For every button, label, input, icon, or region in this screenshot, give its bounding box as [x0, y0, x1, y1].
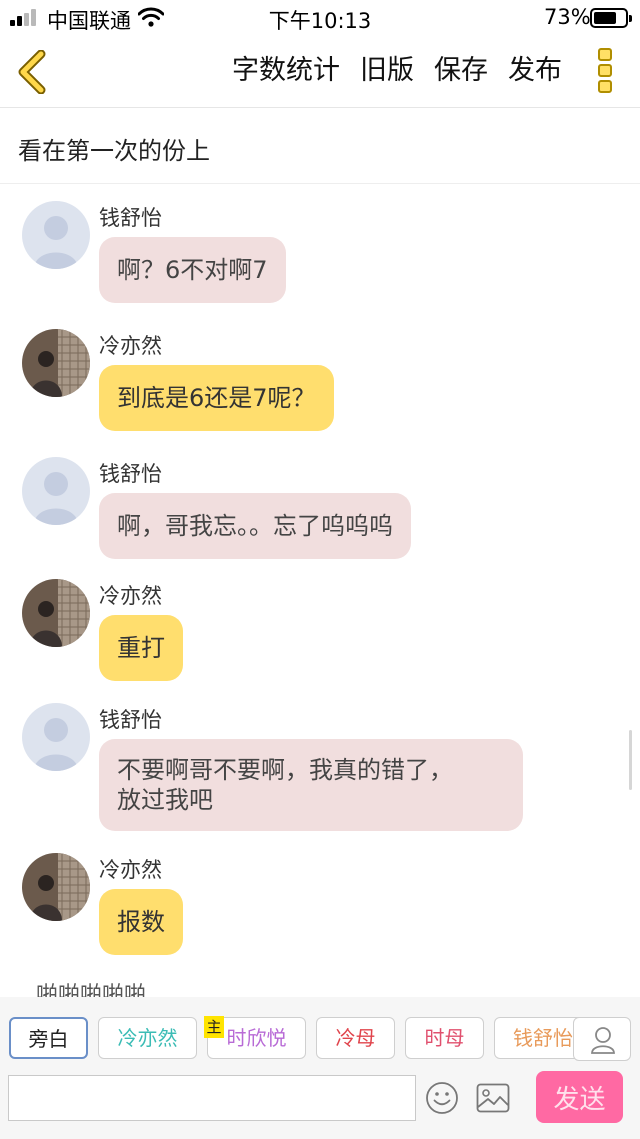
- battery-icon: [590, 8, 632, 28]
- character-selector: 旁白 冷亦然 时欣悦 冷母 时母 钱舒怡: [0, 1017, 640, 1061]
- word-count-button[interactable]: 字数统计: [232, 54, 340, 88]
- character-chip-label: 冷母: [335, 1026, 376, 1050]
- top-toolbar: 字数统计 旧版 保存 发布: [0, 36, 640, 108]
- story-title-row[interactable]: 看在第一次的份上: [0, 108, 640, 184]
- photo-avatar[interactable]: [22, 329, 90, 397]
- message-text: 啊？6不对啊7: [117, 256, 268, 284]
- message-bubble[interactable]: 啊？6不对啊7: [99, 237, 286, 303]
- message-text: 重打: [117, 634, 165, 662]
- old-version-button[interactable]: 旧版: [360, 54, 414, 88]
- sender-name: 冷亦然: [99, 584, 162, 608]
- message-bubble[interactable]: 重打: [99, 615, 183, 681]
- character-chip[interactable]: 时母: [405, 1017, 484, 1059]
- status-bar: 中国联通 下午10:13 73%: [0, 0, 640, 36]
- narration-text[interactable]: 啪啪啪啪啪: [36, 977, 146, 997]
- message-text: 到底是6还是7呢？: [117, 384, 316, 412]
- message-bubble[interactable]: 到底是6还是7呢？: [99, 365, 334, 431]
- sender-name: 钱舒怡: [99, 462, 162, 486]
- message-input[interactable]: [8, 1075, 416, 1121]
- sender-name: 钱舒怡: [99, 206, 162, 230]
- composer-panel: 旁白 冷亦然 时欣悦 冷母 时母 钱舒怡 主 发送: [0, 997, 640, 1139]
- save-button[interactable]: 保存: [434, 54, 488, 88]
- message-bubble[interactable]: 报数: [99, 889, 183, 955]
- emoji-icon[interactable]: [425, 1081, 459, 1115]
- default-avatar[interactable]: [22, 201, 90, 269]
- character-chip-label: 时欣悦: [226, 1026, 287, 1050]
- message-bubble[interactable]: 啊，哥我忘。。忘了呜呜呜: [99, 493, 411, 559]
- default-avatar[interactable]: [22, 457, 90, 525]
- photo-avatar[interactable]: [22, 579, 90, 647]
- message-bubble[interactable]: 不要啊哥不要啊，我真的错了， 放过我吧: [99, 739, 523, 831]
- message-text-line2: 放过我吧: [117, 786, 213, 814]
- more-vertical-icon[interactable]: [595, 48, 615, 98]
- person-icon[interactable]: [573, 1017, 631, 1061]
- sender-name: 冷亦然: [99, 334, 162, 358]
- character-chip[interactable]: 冷亦然: [98, 1017, 197, 1059]
- sender-name: 冷亦然: [99, 858, 162, 882]
- image-icon[interactable]: [476, 1083, 510, 1113]
- message-text: 不要啊哥不要啊，我真的错了，: [117, 756, 453, 784]
- message-text: 报数: [117, 908, 165, 936]
- chevron-left-icon[interactable]: [14, 50, 50, 94]
- publish-button[interactable]: 发布: [508, 54, 562, 88]
- character-chip-label: 旁白: [28, 1027, 69, 1051]
- default-avatar[interactable]: [22, 703, 90, 771]
- send-button[interactable]: 发送: [536, 1071, 623, 1123]
- character-chip-label: 时母: [424, 1026, 465, 1050]
- photo-avatar[interactable]: [22, 853, 90, 921]
- battery-level-fill: [594, 12, 616, 24]
- character-chip[interactable]: 冷母: [316, 1017, 395, 1059]
- main-character-badge: 主: [204, 1016, 224, 1038]
- message-text: 啊，哥我忘。。忘了呜呜呜: [117, 512, 393, 540]
- scrollbar[interactable]: [629, 730, 632, 790]
- sender-name: 钱舒怡: [99, 708, 162, 732]
- character-chip-label: 钱舒怡: [513, 1026, 573, 1050]
- battery-percent: 73%: [544, 5, 591, 29]
- chat-area[interactable]: 钱舒怡 啊？6不对啊7 冷亦然 到底是6还是7呢？ 钱舒怡 啊，哥我忘。。忘了呜…: [0, 185, 640, 997]
- toolbar-actions: 字数统计 旧版 保存 发布: [232, 54, 562, 88]
- story-title: 看在第一次的份上: [18, 137, 210, 165]
- character-chip-narrator[interactable]: 旁白: [9, 1017, 88, 1059]
- character-chip-label: 冷亦然: [117, 1026, 178, 1050]
